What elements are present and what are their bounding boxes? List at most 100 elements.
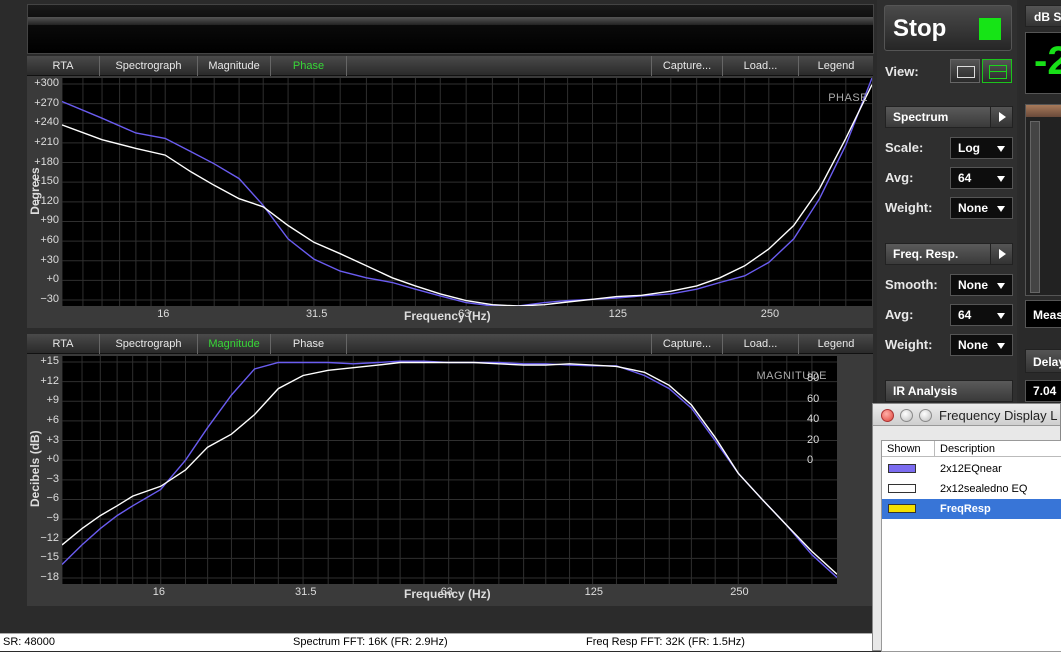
- column-header-shown[interactable]: Shown: [882, 441, 935, 457]
- scale-label: Scale:: [885, 140, 924, 155]
- y-tick-label: +15: [40, 355, 59, 367]
- spectrum-section-button[interactable]: Spectrum: [885, 106, 1013, 128]
- scale-value: Log: [958, 141, 980, 155]
- y-tick-label: −30: [40, 293, 59, 305]
- y-tick-label: −6: [46, 492, 59, 505]
- chevron-down-icon: [997, 283, 1005, 289]
- tab-phase[interactable]: Phase: [271, 56, 347, 76]
- phase-tab-bar: RTA Spectrograph Magnitude Phase Capture…: [27, 56, 873, 76]
- weight-select[interactable]: None: [950, 197, 1013, 219]
- delay-header: Delay: [1025, 349, 1061, 373]
- tab-rta[interactable]: RTA: [27, 334, 100, 354]
- running-indicator-icon: [979, 18, 1001, 40]
- window-title: Frequency Display L: [939, 408, 1058, 423]
- chevron-down-icon: [997, 176, 1005, 182]
- single-pane-icon: [957, 66, 975, 78]
- y-tick-label: +180: [34, 155, 59, 168]
- freq-resp-section-button[interactable]: Freq. Resp.: [885, 243, 1013, 265]
- tab-magnitude[interactable]: Magnitude: [198, 334, 271, 354]
- series-line-2x12EQnear: [62, 78, 872, 306]
- magnitude-tab-bar: RTA Spectrograph Magnitude Phase Capture…: [27, 334, 873, 354]
- delay-label: Delay: [1033, 355, 1061, 369]
- y-tick-label: −3: [46, 472, 59, 485]
- avg2-value: 64: [958, 308, 972, 322]
- avg-select[interactable]: 64: [950, 167, 1013, 189]
- tab-rta[interactable]: RTA: [27, 56, 100, 76]
- y-tick-label: −9: [46, 512, 59, 525]
- weight2-value: None: [958, 338, 988, 352]
- legend-button[interactable]: Legend: [799, 334, 873, 354]
- trace-color-swatch[interactable]: [888, 484, 916, 493]
- y-right-tick-label: 40: [807, 413, 820, 425]
- y-tick-label: +90: [40, 214, 59, 227]
- scale-select[interactable]: Log: [950, 137, 1013, 159]
- trace-name: 2x12sealedno EQ: [940, 483, 1028, 495]
- phase-chart: [62, 78, 872, 306]
- phase-y-axis-label: Degrees: [28, 167, 42, 215]
- window-title-bar[interactable]: Frequency Display L: [873, 404, 1060, 426]
- capture-button[interactable]: Capture...: [651, 334, 723, 354]
- weight2-select[interactable]: None: [950, 334, 1013, 356]
- tab-magnitude[interactable]: Magnitude: [198, 56, 271, 76]
- chevron-down-icon: [997, 146, 1005, 152]
- load-button[interactable]: Load...: [723, 334, 799, 354]
- view-label: View:: [885, 64, 919, 79]
- trace-row[interactable]: FreqResp: [882, 499, 1061, 519]
- capture-button[interactable]: Capture...: [651, 56, 723, 76]
- freq-resp-fft-info: Freq Resp FFT: 32K (FR: 1.5Hz): [586, 636, 745, 648]
- y-right-tick-label: 20: [807, 433, 820, 446]
- load-button[interactable]: Load...: [723, 56, 799, 76]
- smooth-select[interactable]: None: [950, 274, 1013, 296]
- weight-label: Weight:: [885, 200, 933, 215]
- trace-color-swatch[interactable]: [888, 464, 916, 473]
- minimize-icon[interactable]: [900, 409, 913, 422]
- zoom-icon[interactable]: [919, 409, 932, 422]
- delay-value-box: 7.04: [1025, 380, 1061, 402]
- magnitude-chart: [62, 356, 837, 584]
- tab-spectrograph[interactable]: Spectrograph: [100, 56, 198, 76]
- x-tick-label: 125: [584, 586, 603, 598]
- weight2-label: Weight:: [885, 337, 933, 352]
- y-tick-label: +60: [40, 234, 59, 247]
- legend-button[interactable]: Legend: [799, 56, 873, 76]
- trace-table: Shown Description 2x12EQnear 2x12sealedno…: [881, 440, 1061, 652]
- y-tick-label: +0: [46, 273, 59, 286]
- expand-arrow-icon: [990, 244, 1012, 264]
- stop-button[interactable]: Stop: [884, 5, 1012, 51]
- view-single-button[interactable]: [950, 59, 980, 83]
- db-s-header: dB S: [1025, 5, 1061, 27]
- series-line-2x12EQnear: [62, 360, 837, 579]
- phase-panel: RTA Spectrograph Magnitude Phase Capture…: [27, 56, 873, 328]
- x-tick-label: 31.5: [305, 308, 328, 320]
- view-split-button[interactable]: [982, 59, 1012, 83]
- x-tick-label: 31.5: [295, 586, 317, 598]
- x-tick-label: 125: [608, 308, 627, 320]
- y-tick-label: +30: [40, 253, 59, 266]
- avg2-select[interactable]: 64: [950, 304, 1013, 326]
- ir-analysis-section-button[interactable]: IR Analysis: [885, 380, 1013, 402]
- y-tick-label: +150: [34, 175, 59, 188]
- column-header-description[interactable]: Description: [935, 441, 1061, 457]
- phase-plot-area[interactable]: PHASE: [62, 78, 872, 306]
- magnitude-plot-area[interactable]: MAGNITUDE: [62, 356, 837, 584]
- trace-color-swatch[interactable]: [888, 504, 916, 513]
- weight-value: None: [958, 201, 988, 215]
- level-value: -2: [1034, 39, 1061, 83]
- freq-resp-label: Freq. Resp.: [893, 247, 959, 261]
- tab-spectrograph[interactable]: Spectrograph: [100, 334, 198, 354]
- y-tick-label: +12: [40, 374, 59, 387]
- tab-phase[interactable]: Phase: [271, 334, 347, 354]
- top-waveform-bar: [27, 4, 874, 54]
- y-tick-label: +270: [34, 96, 59, 109]
- trace-row[interactable]: 2x12sealedno EQ: [882, 479, 1061, 499]
- y-tick-label: +3: [46, 433, 59, 446]
- expand-arrow-icon: [990, 107, 1012, 127]
- measure-button[interactable]: Meas: [1025, 300, 1061, 328]
- trace-row[interactable]: 2x12EQnear: [882, 459, 1061, 479]
- x-tick-label: 16: [157, 308, 170, 320]
- status-bar: SR: 48000 Spectrum FFT: 16K (FR: 2.9Hz) …: [0, 633, 873, 651]
- y-right-tick-label: 0: [807, 454, 814, 466]
- close-icon[interactable]: [881, 409, 894, 422]
- y-tick-label: +210: [34, 135, 59, 148]
- level-readout: -2: [1025, 32, 1061, 94]
